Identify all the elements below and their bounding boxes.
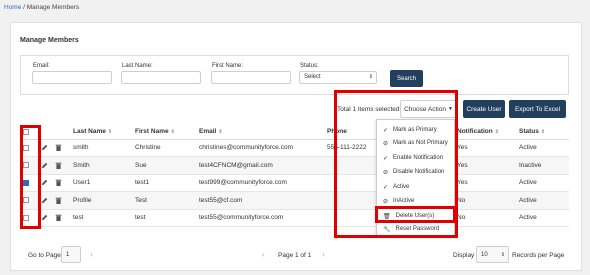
status-select-value: Select	[304, 74, 321, 80]
table-row: smith Christine christines@communityforc…	[20, 139, 569, 157]
cell-notification: Yes	[454, 156, 516, 175]
breadcrumb-home-link[interactable]: Home	[4, 4, 21, 11]
sort-icon: ⇕	[540, 129, 546, 136]
col-header-first-name[interactable]: First Name ⇕	[132, 125, 196, 140]
sort-icon: ⇕	[107, 129, 113, 136]
trash-icon[interactable]	[55, 197, 62, 204]
cell-notification: Yes	[454, 174, 516, 192]
table-row: test test test55@communityforce.com No A…	[20, 209, 569, 227]
cell-status: Inactive	[516, 156, 569, 175]
first-name-label: First Name:	[212, 63, 244, 69]
cell-first-name: Test	[132, 191, 196, 210]
cell-notification: No	[454, 191, 516, 210]
status-label: Status:	[300, 63, 319, 69]
next-page-icon-2[interactable]: ›	[322, 250, 325, 259]
breadcrumb: Home / Manage Members	[4, 4, 79, 11]
cell-last-name: Smith	[70, 156, 132, 175]
select-arrows-icon: ⇕	[368, 74, 373, 80]
trash-icon[interactable]	[55, 214, 62, 222]
edit-icon[interactable]	[41, 144, 48, 151]
records-per-page-value: 10	[481, 251, 488, 258]
email-field[interactable]	[32, 71, 112, 84]
page-of-text: Page 1 of 1	[278, 252, 312, 259]
select-arrows-icon: ⇕	[500, 251, 505, 258]
create-user-button[interactable]: Create User	[463, 100, 505, 118]
cell-email: christines@communityforce.com	[196, 139, 324, 157]
cell-status: Active	[516, 209, 569, 227]
edit-icon[interactable]	[41, 179, 48, 186]
breadcrumb-current: Manage Members	[26, 4, 80, 11]
cell-email: test999@communityforce.com	[196, 174, 324, 192]
cell-email: test55@communityforce.com	[196, 209, 324, 227]
prev-page-icon[interactable]: ‹	[262, 250, 265, 259]
last-name-label: Last Name:	[122, 63, 153, 69]
page-input[interactable]: 1	[61, 246, 81, 263]
trash-icon[interactable]	[55, 144, 62, 152]
cell-last-name: Profile	[70, 191, 132, 210]
col-header-notification[interactable]: Notification ⇕	[454, 125, 516, 140]
col-header-status[interactable]: Status ⇕	[516, 125, 569, 140]
highlight-checkbox-column	[20, 125, 41, 229]
cell-last-name: test	[70, 209, 132, 227]
trash-icon[interactable]	[55, 162, 62, 169]
table-header-row: Last Name ⇕ First Name ⇕ Email ⇕ Phone Noti…	[20, 125, 569, 140]
table-row: Profile Test test55@cf.com No Active	[20, 191, 569, 210]
col-header-last-name[interactable]: Last Name ⇕	[70, 125, 132, 140]
table-row: Smith Sue test4CFNCM@gmail.com Yes Inact…	[20, 156, 569, 175]
table-row: User1 test1 test999@communityforce.com Y…	[20, 174, 569, 192]
edit-icon[interactable]	[41, 162, 48, 169]
cell-notification: Yes	[454, 139, 516, 157]
cell-first-name: test	[132, 209, 196, 227]
col-header-email[interactable]: Email ⇕	[196, 125, 324, 140]
page-title: Manage Members	[20, 37, 79, 44]
cell-notification: No	[454, 209, 516, 227]
highlight-delete-item	[375, 206, 456, 223]
records-per-page-label: Records per Page	[512, 252, 565, 259]
last-name-field[interactable]	[121, 71, 201, 84]
records-per-page-select[interactable]: 10 ⇕	[476, 246, 509, 263]
cell-status: Active	[516, 174, 569, 192]
cell-status: Active	[516, 191, 569, 210]
cell-first-name: Christine	[132, 139, 196, 157]
edit-icon[interactable]	[41, 214, 48, 221]
members-table: Last Name ⇕ First Name ⇕ Email ⇕ Phone Noti…	[20, 125, 569, 227]
display-label: Display	[453, 252, 475, 259]
trash-icon[interactable]	[55, 179, 62, 187]
next-page-icon[interactable]: ›	[90, 250, 93, 259]
cell-last-name: smith	[70, 139, 132, 157]
go-to-page-label: Go to Page	[28, 252, 61, 259]
cell-last-name: User1	[70, 174, 132, 192]
edit-icon[interactable]	[41, 197, 48, 204]
email-label: Email:	[33, 63, 50, 69]
search-button[interactable]: Search	[390, 70, 423, 87]
cell-email: test55@cf.com	[196, 191, 324, 210]
cell-email: test4CFNCM@gmail.com	[196, 156, 324, 175]
export-excel-button[interactable]: Export To Excel	[509, 100, 566, 118]
sort-icon: ⇕	[218, 129, 223, 136]
cell-status: Active	[516, 139, 569, 157]
first-name-field[interactable]	[211, 71, 291, 84]
sort-icon: ⇕	[170, 129, 175, 136]
status-select[interactable]: Select ⇕	[299, 71, 377, 84]
sort-icon: ⇕	[494, 129, 499, 136]
cell-first-name: test1	[132, 174, 196, 192]
cell-first-name: Sue	[132, 156, 196, 175]
